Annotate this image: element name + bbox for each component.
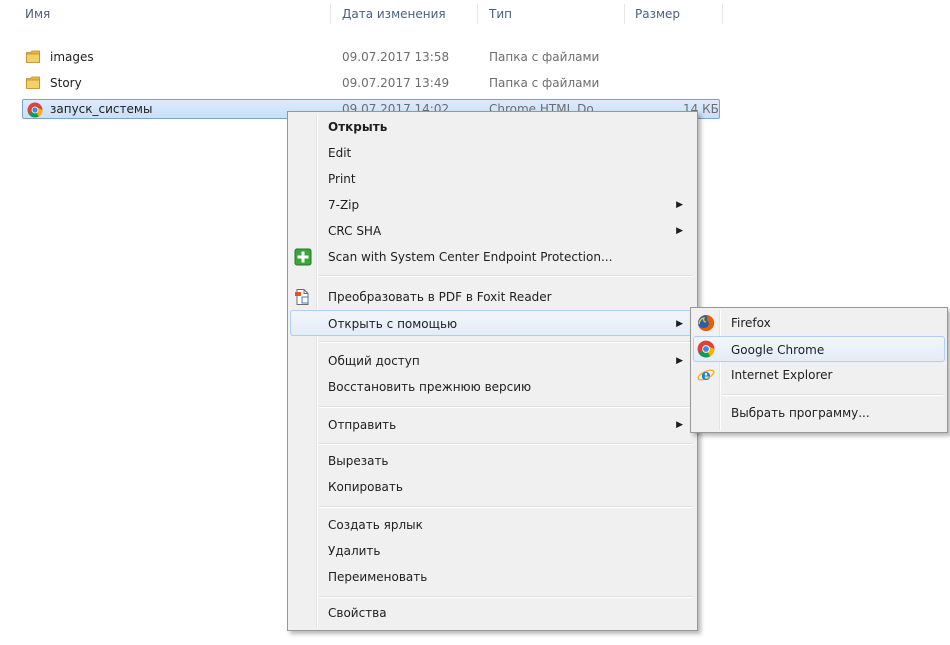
folder-icon [26,76,40,89]
menu-item-label: Edit [328,146,352,160]
menu-item-create-shortcut[interactable]: Создать ярлык [290,512,695,538]
menu-separator [319,596,693,598]
menu-item-label: Scan with System Center Endpoint Protect… [328,250,613,264]
menu-separator [319,443,693,445]
column-header-name[interactable]: Имя [20,0,330,28]
column-divider[interactable] [330,4,331,24]
menu-item-cut[interactable]: Вырезать [290,448,695,474]
menu-item-label: Firefox [731,316,771,330]
submenu-item-internet-explorer[interactable]: e Internet Explorer [693,362,945,388]
file-name: запуск_системы [50,102,153,116]
menu-item-properties[interactable]: Свойства [290,600,695,626]
column-divider[interactable] [477,4,478,24]
menu-item-label: Google Chrome [731,343,825,357]
menu-item-copy[interactable]: Копировать [290,474,695,500]
submenu-item-firefox[interactable]: Firefox [693,310,945,336]
file-row-story[interactable]: Story 09.07.2017 13:49 Папка с файлами [22,73,720,93]
file-row-images[interactable]: images 09.07.2017 13:58 Папка с файлами [22,47,720,67]
file-date: 09.07.2017 13:58 [342,50,450,64]
menu-item-open-with[interactable]: Открыть с помощью ▶ [290,310,695,336]
column-header-size[interactable]: Размер [630,0,722,28]
submenu-arrow-icon: ▶ [676,420,683,430]
menu-item-rename[interactable]: Переименовать [290,564,695,590]
column-header-date[interactable]: Дата изменения [337,0,477,28]
menu-item-restore-version[interactable]: Восстановить прежнюю версию [290,374,695,400]
svg-text:e: e [701,366,711,384]
menu-item-print[interactable]: Print [290,166,695,192]
menu-item-edit[interactable]: Edit [290,140,695,166]
foxit-pdf-icon [295,289,309,305]
column-divider[interactable] [722,4,723,24]
menu-item-label: Создать ярлык [328,518,423,532]
endpoint-protection-icon [294,248,312,266]
file-type: Папка с файлами [489,50,600,64]
menu-item-label: Print [328,172,356,186]
column-divider[interactable] [624,4,625,24]
menu-item-send-to[interactable]: Отправить ▶ [290,412,695,438]
menu-item-crc-sha[interactable]: CRC SHA ▶ [290,218,695,244]
column-header-type[interactable]: Тип [484,0,624,28]
file-name: Story [50,76,82,90]
menu-item-label: Открыть с помощью [328,317,458,331]
menu-separator [319,406,693,408]
menu-separator [319,506,693,508]
menu-item-label: Отправить [328,418,397,432]
menu-item-convert-pdf-foxit[interactable]: Преобразовать в PDF в Foxit Reader [290,284,695,310]
menu-item-label: Выбрать программу... [731,406,870,420]
internet-explorer-icon: e [697,366,715,384]
menu-item-label: CRC SHA [328,224,382,238]
file-date: 09.07.2017 13:49 [342,76,450,90]
submenu-arrow-icon: ▶ [676,356,683,366]
menu-separator [722,394,943,396]
menu-item-label: Вырезать [328,454,389,468]
file-name: images [50,50,94,64]
context-menu: Открыть Edit Print 7-Zip ▶ CRC SHA ▶ Sca… [287,111,698,631]
menu-item-label: Internet Explorer [731,368,833,382]
menu-item-label: Открыть [328,120,388,134]
menu-item-open[interactable]: Открыть [290,114,695,140]
menu-item-label: Общий доступ [328,354,420,368]
menu-item-label: Удалить [328,544,381,558]
chrome-icon [27,102,43,118]
menu-separator [319,275,693,277]
menu-item-label: Восстановить прежнюю версию [328,380,532,394]
menu-item-7zip[interactable]: 7-Zip ▶ [290,192,695,218]
chrome-icon [697,340,715,358]
column-header-bar: Имя Дата изменения Тип Размер [0,0,950,28]
menu-item-label: Преобразовать в PDF в Foxit Reader [328,290,552,304]
menu-item-delete[interactable]: Удалить [290,538,695,564]
folder-icon [26,50,40,63]
submenu-arrow-icon: ▶ [676,200,683,210]
menu-item-label: Свойства [328,606,387,620]
submenu-arrow-icon: ▶ [676,226,683,236]
submenu-item-google-chrome[interactable]: Google Chrome [693,336,945,362]
menu-item-share[interactable]: Общий доступ ▶ [290,348,695,374]
menu-item-scan-endpoint[interactable]: Scan with System Center Endpoint Protect… [290,244,695,270]
open-with-submenu: Firefox Google Chrome e Internet Explore… [690,307,948,433]
menu-item-label: Переименовать [328,570,428,584]
menu-item-label: Копировать [328,480,403,494]
menu-item-label: 7-Zip [328,198,360,212]
firefox-icon [698,314,715,331]
file-type: Папка с файлами [489,76,600,90]
menu-separator [319,341,693,343]
submenu-item-choose-program[interactable]: Выбрать программу... [693,400,945,426]
submenu-arrow-icon: ▶ [676,319,683,329]
